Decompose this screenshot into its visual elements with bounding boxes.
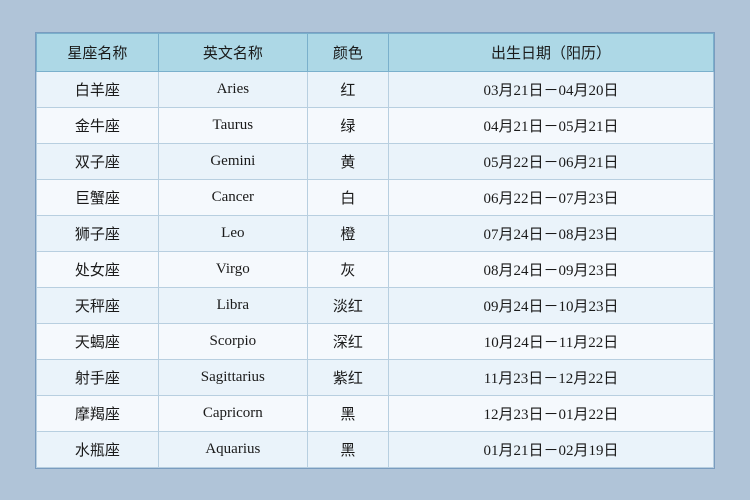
cell-english: Gemini: [158, 143, 307, 179]
header-date: 出生日期（阳历）: [389, 33, 714, 71]
cell-date: 03月21日－04月20日: [389, 71, 714, 107]
table-row: 双子座Gemini黄05月22日－06月21日: [37, 143, 714, 179]
cell-date: 07月24日－08月23日: [389, 215, 714, 251]
zodiac-table: 星座名称 英文名称 颜色 出生日期（阳历） 白羊座Aries红03月21日－04…: [36, 33, 714, 468]
header-color: 颜色: [307, 33, 388, 71]
cell-chinese: 狮子座: [37, 215, 159, 251]
cell-chinese: 双子座: [37, 143, 159, 179]
table-row: 天秤座Libra淡红09月24日－10月23日: [37, 287, 714, 323]
table-row: 狮子座Leo橙07月24日－08月23日: [37, 215, 714, 251]
table-row: 摩羯座Capricorn黑12月23日－01月22日: [37, 395, 714, 431]
cell-color: 白: [307, 179, 388, 215]
table-row: 巨蟹座Cancer白06月22日－07月23日: [37, 179, 714, 215]
table-header-row: 星座名称 英文名称 颜色 出生日期（阳历）: [37, 33, 714, 71]
cell-date: 10月24日－11月22日: [389, 323, 714, 359]
cell-color: 紫红: [307, 359, 388, 395]
cell-date: 12月23日－01月22日: [389, 395, 714, 431]
cell-english: Virgo: [158, 251, 307, 287]
cell-chinese: 摩羯座: [37, 395, 159, 431]
cell-date: 04月21日－05月21日: [389, 107, 714, 143]
table-row: 水瓶座Aquarius黑01月21日－02月19日: [37, 431, 714, 467]
cell-english: Sagittarius: [158, 359, 307, 395]
cell-english: Aries: [158, 71, 307, 107]
header-english: 英文名称: [158, 33, 307, 71]
cell-chinese: 射手座: [37, 359, 159, 395]
cell-color: 灰: [307, 251, 388, 287]
cell-chinese: 巨蟹座: [37, 179, 159, 215]
table-row: 天蝎座Scorpio深红10月24日－11月22日: [37, 323, 714, 359]
table-row: 白羊座Aries红03月21日－04月20日: [37, 71, 714, 107]
cell-english: Libra: [158, 287, 307, 323]
cell-date: 05月22日－06月21日: [389, 143, 714, 179]
cell-color: 橙: [307, 215, 388, 251]
cell-english: Taurus: [158, 107, 307, 143]
cell-date: 11月23日－12月22日: [389, 359, 714, 395]
zodiac-table-container: 星座名称 英文名称 颜色 出生日期（阳历） 白羊座Aries红03月21日－04…: [35, 32, 715, 469]
cell-english: Aquarius: [158, 431, 307, 467]
cell-chinese: 天蝎座: [37, 323, 159, 359]
cell-color: 黄: [307, 143, 388, 179]
cell-english: Scorpio: [158, 323, 307, 359]
cell-date: 06月22日－07月23日: [389, 179, 714, 215]
table-row: 处女座Virgo灰08月24日－09月23日: [37, 251, 714, 287]
cell-chinese: 白羊座: [37, 71, 159, 107]
cell-chinese: 天秤座: [37, 287, 159, 323]
cell-chinese: 处女座: [37, 251, 159, 287]
cell-english: Leo: [158, 215, 307, 251]
cell-color: 深红: [307, 323, 388, 359]
cell-color: 淡红: [307, 287, 388, 323]
cell-date: 08月24日－09月23日: [389, 251, 714, 287]
table-row: 射手座Sagittarius紫红11月23日－12月22日: [37, 359, 714, 395]
cell-color: 黑: [307, 431, 388, 467]
header-chinese: 星座名称: [37, 33, 159, 71]
cell-english: Capricorn: [158, 395, 307, 431]
cell-color: 红: [307, 71, 388, 107]
table-body: 白羊座Aries红03月21日－04月20日金牛座Taurus绿04月21日－0…: [37, 71, 714, 467]
cell-date: 09月24日－10月23日: [389, 287, 714, 323]
cell-color: 黑: [307, 395, 388, 431]
cell-chinese: 金牛座: [37, 107, 159, 143]
cell-date: 01月21日－02月19日: [389, 431, 714, 467]
cell-color: 绿: [307, 107, 388, 143]
cell-english: Cancer: [158, 179, 307, 215]
table-row: 金牛座Taurus绿04月21日－05月21日: [37, 107, 714, 143]
cell-chinese: 水瓶座: [37, 431, 159, 467]
